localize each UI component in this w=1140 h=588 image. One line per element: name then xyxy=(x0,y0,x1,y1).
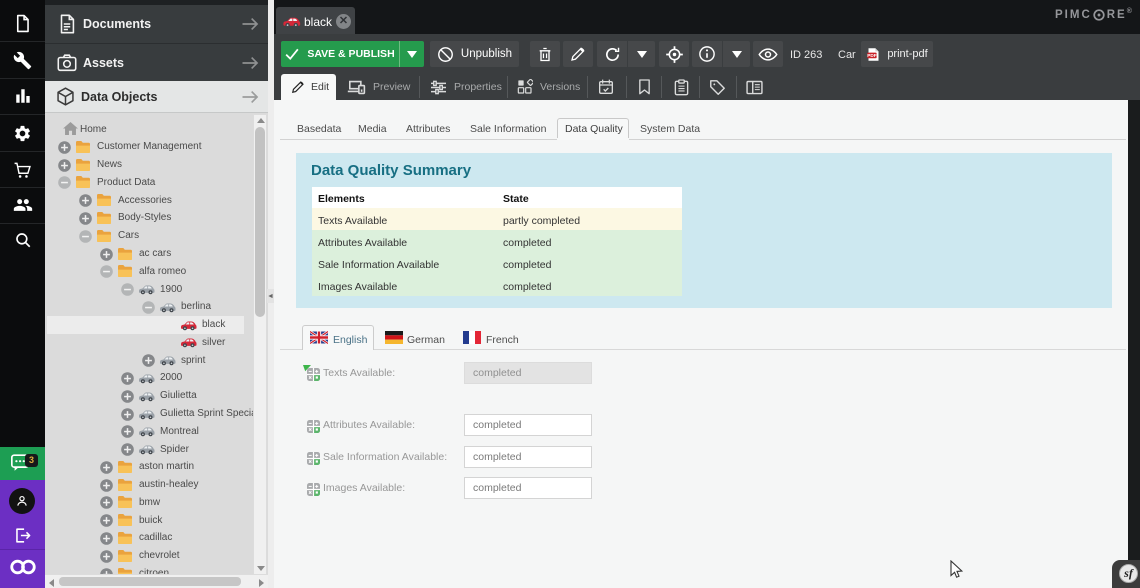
svg-text:PDF: PDF xyxy=(868,53,877,58)
